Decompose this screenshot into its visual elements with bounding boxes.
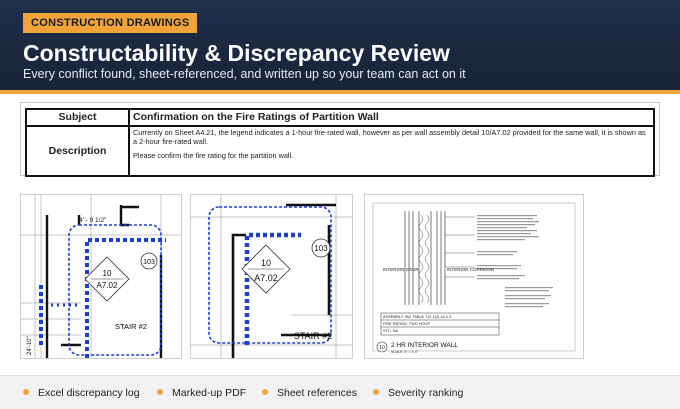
detail-stc: STC: NA bbox=[383, 329, 398, 333]
subject-label: Subject bbox=[25, 108, 130, 127]
bullet-dot-icon bbox=[157, 389, 163, 395]
subject-row: Subject Confirmation on the Fire Ratings… bbox=[25, 108, 655, 127]
plan1-room: 103 bbox=[143, 259, 155, 266]
description-request: Please confirm the fire rating for the p… bbox=[133, 151, 294, 160]
feature-bar: Excel discrepancy log Marked-up PDF Shee… bbox=[0, 375, 680, 409]
feature-marked-pdf: Marked-up PDF bbox=[157, 386, 246, 400]
floor-plan-2-svg: 10 A7.02 103 STAIR #2 bbox=[191, 195, 352, 358]
plan2-stair-label: STAIR #2 bbox=[294, 331, 332, 341]
bullet-dot-icon bbox=[23, 389, 29, 395]
floor-plan-1-svg: 10 A7.02 103 STAIR #2 4' - 9 1/2" 24'-10… bbox=[21, 195, 181, 358]
category-tag: CONSTRUCTION DRAWINGS bbox=[23, 13, 198, 33]
drawing-panel-detail[interactable]: INTERIOR STAIR INTERIOR CORRIDOR ASSEMBL… bbox=[364, 194, 584, 359]
plan2-tag-num: 10 bbox=[261, 258, 271, 268]
description-value: Currently on Sheet A4.21, the legend ind… bbox=[128, 125, 655, 177]
detail-title: 2 HR INTERIOR WALL bbox=[391, 342, 458, 349]
feature-label: Sheet references bbox=[277, 387, 357, 399]
drawing-panel-plan-2[interactable]: 10 A7.02 103 STAIR #2 bbox=[190, 194, 353, 359]
page-title: Constructability & Discrepancy Review bbox=[23, 40, 450, 66]
header-banner: CONSTRUCTION DRAWINGS Constructability &… bbox=[0, 0, 680, 90]
plan2-room: 103 bbox=[314, 244, 328, 253]
detail-number: 10 bbox=[379, 345, 385, 351]
feature-sheet-references: Sheet references bbox=[262, 386, 357, 400]
feature-label: Marked-up PDF bbox=[172, 387, 247, 399]
plan1-dimension: 4' - 9 1/2" bbox=[79, 217, 107, 224]
detail-assembly: ASSEMBLY: IBC TABLE 721.1(2) 14-1.3 bbox=[383, 315, 451, 319]
detail-right-label: INTERIOR CORRIDOR bbox=[447, 267, 495, 272]
discrepancy-table: Subject Confirmation on the Fire Ratings… bbox=[25, 108, 655, 177]
accent-band bbox=[0, 90, 680, 94]
description-label: Description bbox=[25, 125, 130, 177]
description-text: Currently on Sheet A4.21, the legend ind… bbox=[133, 128, 646, 146]
bullet-dot-icon bbox=[373, 389, 379, 395]
feature-excel-log: Excel discrepancy log bbox=[23, 386, 140, 400]
subject-value: Confirmation on the Fire Ratings of Part… bbox=[128, 108, 655, 127]
bullet-dot-icon bbox=[262, 389, 268, 395]
feature-label: Excel discrepancy log bbox=[38, 387, 140, 399]
plan1-stair-label: STAIR #2 bbox=[115, 322, 147, 331]
plan1-tag-sheet: A7.02 bbox=[97, 281, 118, 290]
plan2-tag-sheet: A7.02 bbox=[254, 273, 278, 283]
plan1-tag-num: 10 bbox=[103, 269, 112, 278]
detail-scale: SCALE: 3" = 1'-0" bbox=[391, 350, 419, 354]
detail-left-label: INTERIOR STAIR bbox=[383, 267, 419, 272]
detail-fire-rating: FIRE RATING: TWO HOUR bbox=[383, 322, 430, 326]
feature-label: Severity ranking bbox=[388, 387, 464, 399]
description-row: Description Currently on Sheet A4.21, th… bbox=[25, 125, 655, 177]
page-subtitle: Every conflict found, sheet-referenced, … bbox=[23, 67, 466, 81]
plan1-side-dimension: 24'-10" bbox=[27, 336, 33, 355]
drawing-panel-plan-1[interactable]: 10 A7.02 103 STAIR #2 4' - 9 1/2" 24'-10… bbox=[20, 194, 182, 359]
discrepancy-card: Subject Confirmation on the Fire Ratings… bbox=[20, 102, 660, 177]
feature-severity-ranking: Severity ranking bbox=[373, 386, 463, 400]
wall-detail-svg: INTERIOR STAIR INTERIOR CORRIDOR ASSEMBL… bbox=[365, 195, 583, 358]
